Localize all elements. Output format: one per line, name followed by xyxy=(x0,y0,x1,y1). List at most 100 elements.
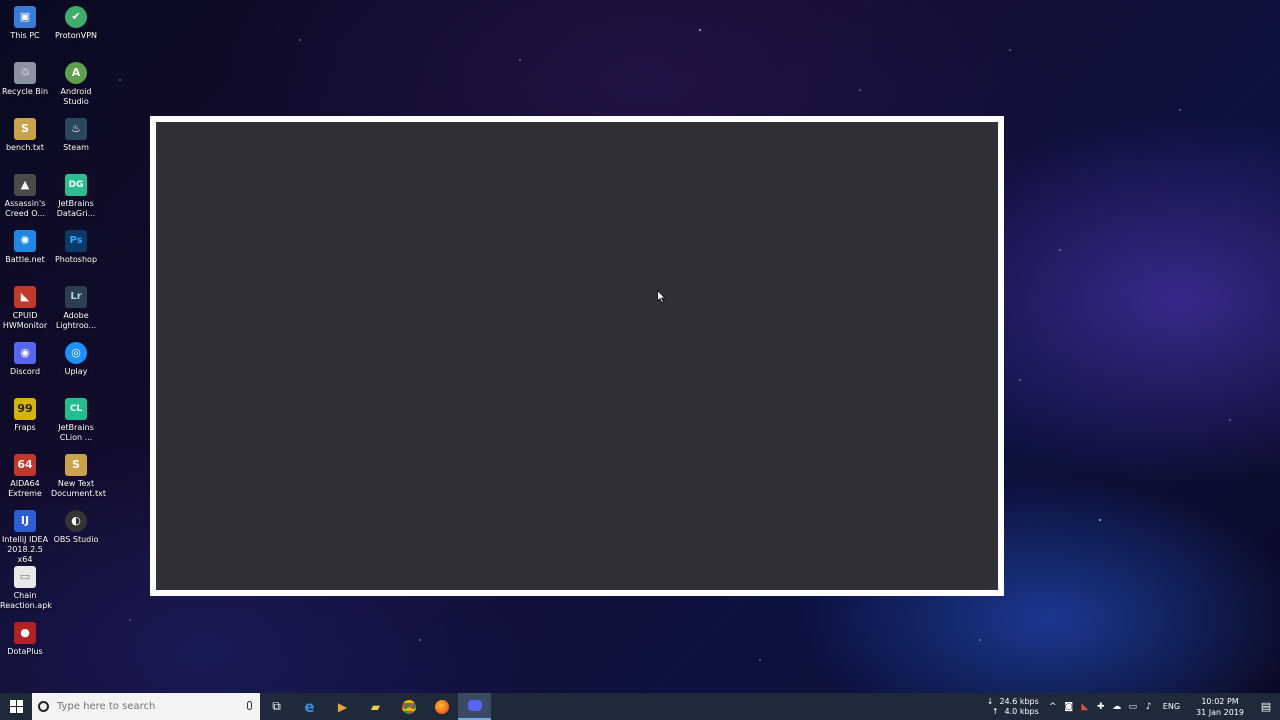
photoshop-icon: Ps xyxy=(65,230,87,252)
desktop-icon-label: Photoshop xyxy=(54,255,98,264)
start-button[interactable] xyxy=(0,693,32,720)
battle-net-icon: ✺ xyxy=(14,230,36,252)
desktop-icon-label: Battle.net xyxy=(5,255,45,264)
window-content-area xyxy=(156,122,998,590)
uplay-icon: ◎ xyxy=(65,342,87,364)
task-view-icon: ⧉ xyxy=(272,699,281,713)
network-speed-meter: ↓ 24.6 kbps ↑ 4.0 kbps xyxy=(987,697,1039,717)
search-input[interactable] xyxy=(57,701,237,712)
file-icon: ▭ xyxy=(14,566,36,588)
action-center-button[interactable]: ▤ xyxy=(1252,693,1280,720)
show-hidden-icons-chevron-icon[interactable]: ^ xyxy=(1046,702,1060,712)
desktop-icon-steam[interactable]: ♨ Steam xyxy=(51,114,101,153)
microphone-icon[interactable] xyxy=(247,701,252,710)
desktop-icon-chain-reaction[interactable]: ▭ Chain Reaction.apk xyxy=(0,562,52,611)
folder-icon: ▰ xyxy=(370,699,381,714)
notification-icon: ▤ xyxy=(1260,700,1272,713)
desktop-icon-lightroom[interactable]: Lr Adobe Lightroo... xyxy=(51,282,101,331)
dotaplus-icon: ● xyxy=(14,622,36,644)
hwmonitor-tray-icon[interactable]: ◣ xyxy=(1078,702,1092,712)
desktop-icon-label: Android Studio xyxy=(60,87,92,106)
loading-window[interactable] xyxy=(150,116,1004,596)
task-view-button[interactable]: ⧉ xyxy=(260,693,293,720)
intellij-icon: IJ xyxy=(14,510,36,532)
system-tray: ↓ 24.6 kbps ↑ 4.0 kbps ^ ◙ ◣ ✚ ☁ ▭ ♪ ENG… xyxy=(987,693,1280,720)
search-icon xyxy=(38,701,49,712)
taskbar-app-firefox[interactable] xyxy=(425,693,458,720)
edge-icon: e xyxy=(304,697,315,716)
desktop-icon-photoshop[interactable]: Ps Photoshop xyxy=(51,226,101,265)
desktop-icon-label: Uplay xyxy=(64,367,88,376)
taskbar-app-discord[interactable] xyxy=(458,693,491,720)
desktop-icon-grid: ▣ This PC ♲ Recycle Bin S bench.txt ▲ As… xyxy=(0,0,106,690)
volume-tray-icon[interactable]: ♪ xyxy=(1142,702,1156,712)
desktop-icon-uplay[interactable]: ◎ Uplay xyxy=(51,338,101,377)
discord-icon: ◉ xyxy=(14,342,36,364)
desktop-icon-label: Adobe Lightroo... xyxy=(55,311,97,330)
mouse-cursor-icon xyxy=(657,290,666,304)
text-file-icon: S xyxy=(14,118,36,140)
taskbar-search[interactable] xyxy=(32,693,260,720)
obs-studio-icon: ◐ xyxy=(65,510,87,532)
desktop-icon-label: DotaPlus xyxy=(7,647,43,656)
desktop-icon-fraps[interactable]: 99 Fraps xyxy=(0,394,50,433)
desktop-icon-label: CPUID HWMonitor xyxy=(2,311,48,330)
datagrip-icon: DG xyxy=(65,174,87,196)
text-file-icon: S xyxy=(65,454,87,476)
discord-tray-icon[interactable]: ◙ xyxy=(1062,702,1076,712)
chrome-icon xyxy=(401,699,416,714)
desktop-icon-label: This PC xyxy=(10,31,40,40)
hwmonitor-icon: ◣ xyxy=(14,286,36,308)
firefox-icon xyxy=(434,699,449,714)
download-speed: 24.6 kbps xyxy=(999,696,1039,706)
desktop-icon-battle-net[interactable]: ✺ Battle.net xyxy=(0,226,50,265)
aida64-icon: 64 xyxy=(14,454,36,476)
desktop-icon-new-text-document[interactable]: S New Text Document.txt xyxy=(51,450,106,499)
fraps-icon: 99 xyxy=(14,398,36,420)
desktop-icon-label: ProtonVPN xyxy=(54,31,98,40)
security-tray-icon[interactable]: ✚ xyxy=(1094,702,1108,712)
desktop-icon-label: Discord xyxy=(9,367,41,376)
desktop-icon-bench-txt[interactable]: S bench.txt xyxy=(0,114,50,153)
clion-icon: CL xyxy=(65,398,87,420)
lightroom-icon: Lr xyxy=(65,286,87,308)
taskbar-app-file-explorer[interactable]: ▰ xyxy=(359,693,392,720)
this-pc-icon: ▣ xyxy=(14,6,36,28)
android-studio-icon: A xyxy=(65,62,87,84)
discord-icon xyxy=(467,700,482,711)
desktop-icon-hwmonitor[interactable]: ◣ CPUID HWMonitor xyxy=(0,282,50,331)
protonvpn-icon: ✔ xyxy=(65,6,87,28)
desktop-icon-aida64[interactable]: 64 AIDA64 Extreme xyxy=(0,450,50,499)
steam-icon: ♨ xyxy=(65,118,87,140)
desktop-icon-dotaplus[interactable]: ● DotaPlus xyxy=(0,618,50,657)
desktop-icon-clion[interactable]: CL JetBrains CLion ... xyxy=(51,394,101,443)
taskbar-clock[interactable]: 10:02 PM 31 Jan 2019 xyxy=(1196,696,1244,718)
taskbar-app-edge[interactable]: e xyxy=(293,693,326,720)
desktop-icon-label: IntelliJ IDEA 2018.2.5 x64 xyxy=(1,535,49,564)
desktop-icon-protonvpn[interactable]: ✔ ProtonVPN xyxy=(51,2,101,41)
desktop-icon-label: Chain Reaction.apk xyxy=(0,591,52,610)
desktop-icon-label: New Text Document.txt xyxy=(51,479,106,498)
desktop-icon-label: OBS Studio xyxy=(53,535,99,544)
taskbar-app-chrome[interactable] xyxy=(392,693,425,720)
download-arrow-icon: ↓ xyxy=(986,696,994,706)
desktop-icon-label: Fraps xyxy=(14,423,36,432)
desktop-icon-recycle-bin[interactable]: ♲ Recycle Bin xyxy=(0,58,50,97)
desktop-icon-label: JetBrains CLion ... xyxy=(58,423,94,442)
desktop-icon-intellij[interactable]: IJ IntelliJ IDEA 2018.2.5 x64 xyxy=(0,506,50,565)
desktop-icon-label: Steam xyxy=(63,143,89,152)
desktop-icon-assassins-creed[interactable]: ▲ Assassin's Creed O... xyxy=(0,170,50,219)
taskbar: ⧉ e ▶ ▰ ↓ 24.6 kbps ↑ 4.0 kbps ^ ◙ ◣ ✚ ☁ xyxy=(0,693,1280,720)
taskbar-app-media[interactable]: ▶ xyxy=(326,693,359,720)
desktop-icon-label: AIDA64 Extreme xyxy=(8,479,42,498)
language-indicator[interactable]: ENG xyxy=(1163,702,1180,711)
desktop-icon-this-pc[interactable]: ▣ This PC xyxy=(0,2,50,41)
desktop-icon-label: JetBrains DataGri... xyxy=(56,199,96,218)
desktop-icon-obs-studio[interactable]: ◐ OBS Studio xyxy=(51,506,101,545)
desktop-icon-datagrip[interactable]: DG JetBrains DataGri... xyxy=(51,170,101,219)
network-tray-icon[interactable]: ▭ xyxy=(1126,702,1140,712)
desktop-icon-android-studio[interactable]: A Android Studio xyxy=(51,58,101,107)
desktop-icon-discord[interactable]: ◉ Discord xyxy=(0,338,50,377)
onedrive-tray-icon[interactable]: ☁ xyxy=(1110,702,1124,712)
upload-arrow-icon: ↑ xyxy=(991,706,999,716)
